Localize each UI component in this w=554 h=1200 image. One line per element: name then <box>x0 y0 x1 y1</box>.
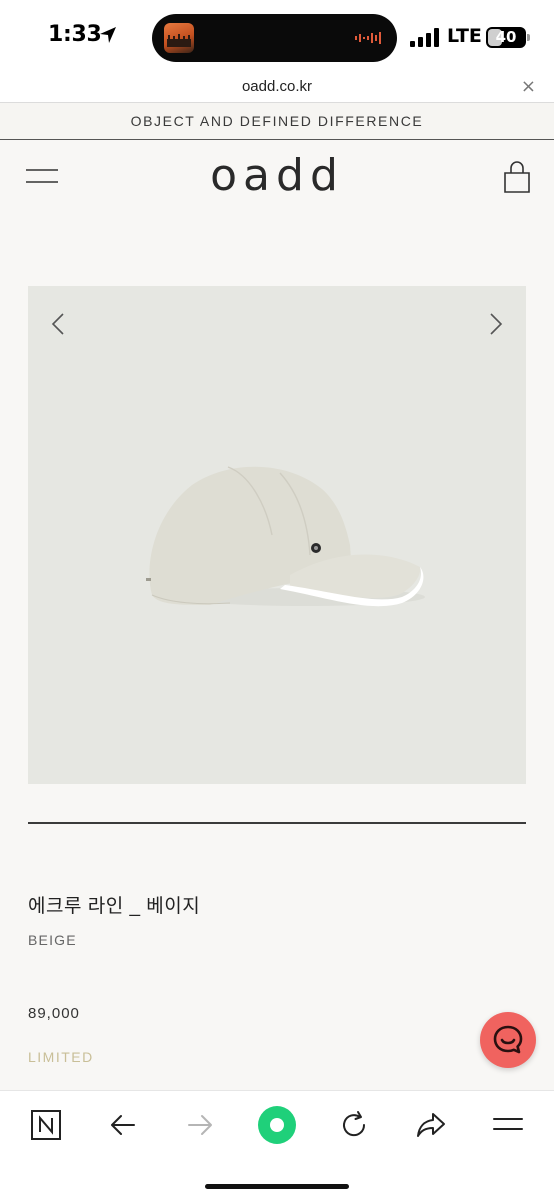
audio-waveform-icon <box>355 32 381 44</box>
announcement-bar: OBJECT AND DEFINED DIFFERENCE <box>0 102 554 140</box>
location-arrow-icon <box>100 27 116 43</box>
url-text[interactable]: oadd.co.kr <box>0 78 554 95</box>
battery-percent: 40 <box>495 28 517 46</box>
product-price: 89,000 <box>28 1005 80 1022</box>
site-logo[interactable]: oadd <box>0 150 554 201</box>
product-name: 에크루 라인 _ 베이지 <box>28 896 201 917</box>
product-color: BEIGE <box>28 932 77 948</box>
green-dot-icon[interactable] <box>257 1105 297 1145</box>
cellular-signal-icon <box>410 28 439 47</box>
product-status-badge: LIMITED <box>28 1049 94 1065</box>
chat-button[interactable] <box>480 1012 536 1068</box>
share-icon[interactable] <box>414 1108 448 1142</box>
chat-bubble-icon <box>493 1025 523 1054</box>
section-divider <box>28 822 526 824</box>
chevron-left-icon[interactable] <box>48 312 70 336</box>
network-type: LTE <box>447 25 482 47</box>
close-icon[interactable]: × <box>521 76 536 97</box>
artwork-pattern-icon <box>167 34 191 47</box>
chevron-right-icon[interactable] <box>484 312 506 336</box>
status-time: 1:33 <box>48 22 102 47</box>
dynamic-island[interactable] <box>152 14 397 62</box>
now-playing-artwork <box>164 23 194 53</box>
battery-icon: 40 <box>486 27 526 48</box>
cap-illustration <box>146 466 425 607</box>
naver-home-icon[interactable] <box>29 1108 63 1142</box>
battery-cap <box>527 34 530 41</box>
menu-icon[interactable] <box>491 1108 525 1142</box>
back-arrow-icon[interactable] <box>106 1108 140 1142</box>
reload-icon[interactable] <box>337 1108 371 1142</box>
home-indicator[interactable] <box>205 1184 349 1189</box>
shopping-bag-icon[interactable] <box>503 160 531 194</box>
forward-arrow-icon[interactable] <box>183 1108 217 1142</box>
url-bar[interactable]: oadd.co.kr × <box>0 74 554 102</box>
status-bar: 1:33 LTE 40 <box>0 0 554 74</box>
